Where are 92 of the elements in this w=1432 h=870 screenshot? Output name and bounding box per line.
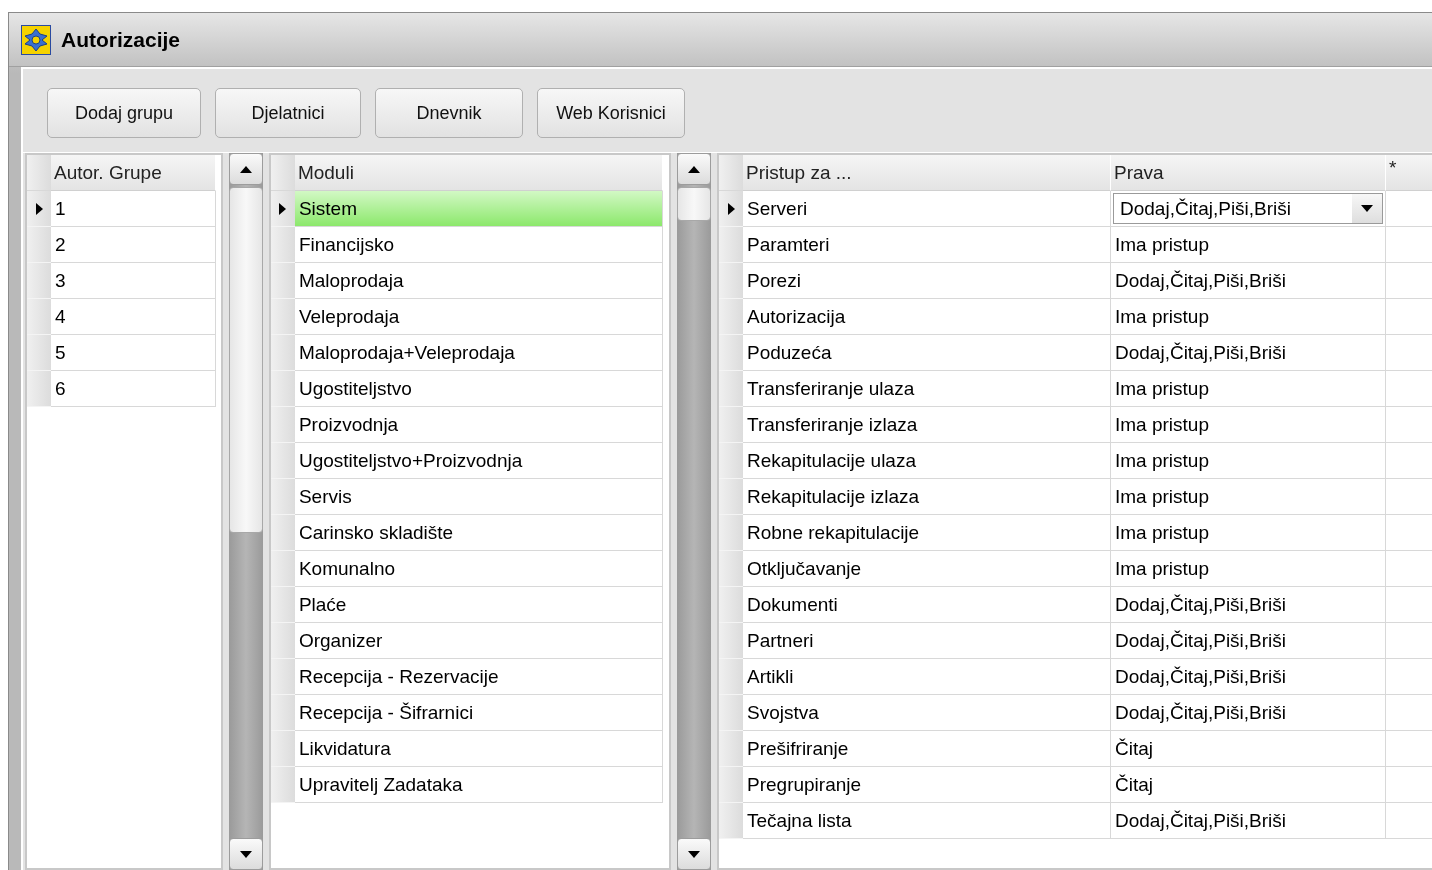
table-cell[interactable]: Ima pristup [1111,479,1386,515]
table-cell[interactable]: Carinsko skladište [294,515,663,551]
table-cell[interactable]: Dokumenti [743,587,1111,623]
table-cell[interactable]: Komunalno [294,551,663,587]
table-cell[interactable]: Ima pristup [1111,299,1386,335]
toolbar-button[interactable]: Web Korisnici [537,88,685,138]
table-cell[interactable]: Autorizacija [743,299,1111,335]
current-row-icon [279,202,287,215]
table-cell[interactable]: 1 [51,191,216,227]
table-cell[interactable]: Rekapitulacije izlaza [743,479,1111,515]
scroll-down-button[interactable] [229,838,264,870]
down-arrow-icon [240,850,253,858]
table-cell[interactable]: Transferiranje izlaza [743,407,1111,443]
column-header[interactable]: Autor. Grupe [51,155,216,191]
table-cell[interactable]: Transferiranje ulaza [743,371,1111,407]
table-cell[interactable]: Dodaj,Čitaj,Piši,Briši [1111,263,1386,299]
table-cell[interactable]: Maloprodaja [294,263,663,299]
column-header[interactable]: Prava [1111,155,1386,191]
table-cell[interactable]: 4 [51,299,216,335]
table-cell[interactable]: Financijsko [294,227,663,263]
table-cell[interactable]: Porezi [743,263,1111,299]
table-cell[interactable]: Ima pristup [1111,551,1386,587]
column-header[interactable]: Pristup za ... [743,155,1111,191]
caret-icon [1361,205,1373,212]
table-cell[interactable]: Ima pristup [1111,407,1386,443]
table-cell[interactable]: Pregrupiranje [743,767,1111,803]
table-cell[interactable]: Dodaj,Čitaj,Piši,Briši [1111,659,1386,695]
scrollbar-thumb[interactable] [677,187,712,221]
table-cell[interactable]: Recepcija - Šifrarnici [294,695,663,731]
table-cell[interactable]: Ugostiteljstvo+Proizvodnja [294,443,663,479]
table-cell[interactable]: Sistem [294,191,663,227]
table-cell[interactable]: Čitaj [1111,731,1386,767]
table-cell[interactable]: Svojstva [743,695,1111,731]
scrollbar-thumb[interactable] [229,187,264,533]
header-corner [270,155,295,191]
table-cell[interactable]: Dodaj,Čitaj,Piši,Briši [1111,623,1386,659]
table-cell[interactable]: Partneri [743,623,1111,659]
table-cell[interactable]: 5 [51,335,216,371]
window-title: Autorizacije [61,27,181,52]
current-row-icon [35,202,43,215]
table-cell[interactable]: Prešifriranje [743,731,1111,767]
row-header[interactable] [719,191,743,227]
table-cell[interactable]: Maloprodaja+Veleprodaja [294,335,663,371]
scroll-up-button[interactable] [229,153,264,185]
table-cell[interactable]: Plaće [294,587,663,623]
table-cell[interactable]: 6 [51,371,216,407]
table-cell[interactable]: Ima pristup [1111,371,1386,407]
table-cell[interactable]: Recepcija - Rezervacije [294,659,663,695]
row-header[interactable] [27,191,51,227]
table-cell[interactable]: Servis [294,479,663,515]
header-corner [27,155,51,191]
table-cell[interactable]: Ugostiteljstvo [294,371,663,407]
up-arrow-icon [688,165,701,173]
table-cell[interactable]: Serveri [743,191,1111,227]
table-cell[interactable]: Ima pristup [1111,443,1386,479]
app-icon [21,24,51,55]
table-cell[interactable]: 3 [51,263,216,299]
up-arrow-icon [240,165,253,173]
scroll-up-button[interactable] [677,153,712,185]
table-cell[interactable]: Artikli [743,659,1111,695]
toolbar-button[interactable]: Djelatnici [215,88,361,138]
column-header[interactable]: * [1386,155,1432,191]
header-corner [719,155,743,191]
table-cell[interactable]: Dodaj,Čitaj,Piši,Briši [1111,803,1386,839]
table-cell[interactable]: Otključavanje [743,551,1111,587]
table-cell[interactable]: Dodaj,Čitaj,Piši,Briši [1111,695,1386,731]
table-cell[interactable]: Ima pristup [1111,227,1386,263]
table-cell[interactable]: Dodaj,Čitaj,Piši,Briši [1111,335,1386,371]
table-cell[interactable]: Proizvodnja [294,407,663,443]
current-row-icon [727,202,735,215]
row-header[interactable] [270,191,295,227]
table-cell[interactable]: Poduzeća [743,335,1111,371]
down-arrow-icon [688,850,701,858]
table-cell[interactable]: Tečajna lista [743,803,1111,839]
table-cell[interactable]: Rekapitulacije ulaza [743,443,1111,479]
table-cell[interactable]: Veleprodaja [294,299,663,335]
table-cell[interactable]: Robne rekapitulacije [743,515,1111,551]
table-cell[interactable]: Ima pristup [1111,515,1386,551]
column-header[interactable]: Moduli [294,155,663,191]
scroll-down-button[interactable] [677,838,712,870]
table-cell[interactable]: Paramteri [743,227,1111,263]
dropdown-value: Dodaj,Čitaj,Piši,Briši [1120,197,1293,220]
rights-dropdown[interactable]: Dodaj,Čitaj,Piši,Briši [1113,193,1383,224]
toolbar-button[interactable]: Dodaj grupu [47,88,201,138]
dropdown-button[interactable] [1352,194,1382,223]
table-cell[interactable]: Dodaj,Čitaj,Piši,Briši [1111,587,1386,623]
table-cell[interactable]: 2 [51,227,216,263]
table-cell[interactable]: Upravitelj Zadataka [294,767,663,803]
table-cell[interactable]: Organizer [294,623,663,659]
toolbar-button[interactable]: Dnevnik [375,88,523,138]
table-cell[interactable]: Čitaj [1111,767,1386,803]
table-cell[interactable]: Likvidatura [294,731,663,767]
